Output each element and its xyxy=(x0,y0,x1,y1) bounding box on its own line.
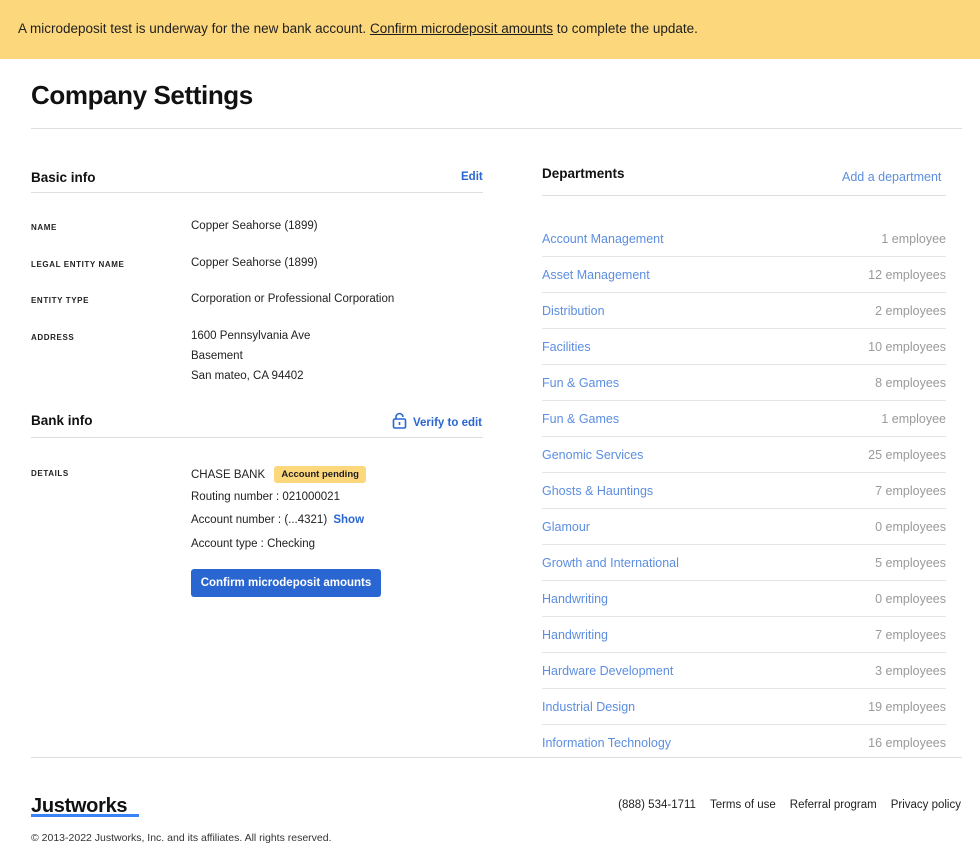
lock-icon xyxy=(392,412,407,434)
employee-count: 16 employees xyxy=(868,736,946,750)
bank-info-heading: Bank info xyxy=(31,413,93,428)
list-item: Ghosts & Hauntings 7 employees xyxy=(542,473,946,509)
employee-count: 8 employees xyxy=(875,375,946,390)
list-item: Account Management 1 employee xyxy=(542,221,946,257)
list-item: Glamour 0 employees xyxy=(542,509,946,545)
entity-type-label: ENTITY TYPE xyxy=(31,296,90,305)
list-item: Distribution 2 employees xyxy=(542,293,946,329)
departments-list: Account Management 1 employee Asset Manag… xyxy=(542,221,946,761)
footer-terms-link[interactable]: Terms of use xyxy=(710,799,776,811)
department-name[interactable]: Facilities xyxy=(542,340,591,354)
employee-count: 3 employees xyxy=(875,663,946,678)
footer-phone[interactable]: (888) 534-1711 xyxy=(618,799,696,811)
account-number: Account number : (...4321) xyxy=(191,514,328,526)
bank-name: CHASE BANK xyxy=(191,469,266,481)
employee-count: 7 employees xyxy=(875,627,946,642)
title-divider xyxy=(31,128,962,129)
list-item: Genomic Services 25 employees xyxy=(542,437,946,473)
banner-message: A microdeposit test is underway for the … xyxy=(18,21,698,36)
employee-count: 25 employees xyxy=(868,447,946,462)
department-name[interactable]: Asset Management xyxy=(542,268,650,282)
department-name[interactable]: Handwriting xyxy=(542,592,608,606)
address-label: ADDRESS xyxy=(31,333,75,342)
entity-type-value: Corporation or Professional Corporation xyxy=(191,293,395,305)
footer-links: (888) 534-1711 Terms of use Referral pro… xyxy=(618,799,961,811)
departments-heading: Departments xyxy=(542,166,625,181)
bank-info-divider xyxy=(31,437,483,438)
legal-entity-name-value: Copper Seahorse (1899) xyxy=(191,257,318,269)
banner-prefix: A microdeposit test is underway for the … xyxy=(18,21,367,36)
list-item: Growth and International 5 employees xyxy=(542,545,946,581)
basic-info-heading: Basic info xyxy=(31,170,96,185)
alert-banner: A microdeposit test is underway for the … xyxy=(0,0,980,59)
copyright-text: © 2013-2022 Justworks, Inc. and its affi… xyxy=(31,832,332,844)
list-item: Information Technology 16 employees xyxy=(542,725,946,761)
routing-number: Routing number : 021000021 xyxy=(191,491,340,503)
legal-entity-name-label: LEGAL ENTITY NAME xyxy=(31,260,125,269)
banner-suffix: to complete the update. xyxy=(556,21,698,36)
department-name[interactable]: Account Management xyxy=(542,232,664,246)
show-account-link[interactable]: Show xyxy=(333,514,364,526)
list-item: Hardware Development 3 employees xyxy=(542,653,946,689)
bank-name-row: CHASE BANK Account pending xyxy=(191,466,366,483)
departments-divider xyxy=(542,195,946,196)
address-line-1: 1600 Pennsylvania Ave xyxy=(191,330,311,342)
employee-count: 0 employees xyxy=(875,591,946,606)
verify-to-edit-link[interactable]: Verify to edit xyxy=(392,412,482,434)
list-item: Handwriting 0 employees xyxy=(542,581,946,617)
basic-info-divider xyxy=(31,192,483,193)
employee-count: 19 employees xyxy=(868,699,946,714)
basic-info-edit-link[interactable]: Edit xyxy=(461,171,483,183)
banner-confirm-link[interactable]: Confirm microdeposit amounts xyxy=(370,21,553,36)
logo-underline xyxy=(31,814,139,817)
list-item: Fun & Games 1 employee xyxy=(542,401,946,437)
list-item: Fun & Games 8 employees xyxy=(542,365,946,401)
department-name[interactable]: Hardware Development xyxy=(542,664,673,678)
page-title: Company Settings xyxy=(31,80,253,110)
footer-privacy-link[interactable]: Privacy policy xyxy=(891,799,961,811)
employee-count: 2 employees xyxy=(875,303,946,318)
footer-divider xyxy=(31,757,962,758)
department-name[interactable]: Genomic Services xyxy=(542,448,643,462)
department-name[interactable]: Growth and International xyxy=(542,556,679,570)
account-number-row: Account number : (...4321) Show xyxy=(191,514,364,526)
employee-count: 1 employee xyxy=(881,231,946,246)
verify-to-edit-label[interactable]: Verify to edit xyxy=(413,417,482,429)
name-label: NAME xyxy=(31,223,57,232)
department-name[interactable]: Ghosts & Hauntings xyxy=(542,484,653,498)
list-item: Facilities 10 employees xyxy=(542,329,946,365)
list-item: Industrial Design 19 employees xyxy=(542,689,946,725)
employee-count: 1 employee xyxy=(881,411,946,426)
department-name[interactable]: Fun & Games xyxy=(542,376,619,390)
details-label: DETAILS xyxy=(31,469,69,478)
employee-count: 12 employees xyxy=(868,267,946,282)
account-type: Account type : Checking xyxy=(191,538,316,550)
department-name[interactable]: Distribution xyxy=(542,304,605,318)
department-name[interactable]: Fun & Games xyxy=(542,412,619,426)
department-name[interactable]: Industrial Design xyxy=(542,700,635,714)
employee-count: 10 employees xyxy=(868,339,946,354)
department-name[interactable]: Glamour xyxy=(542,520,590,534)
department-name[interactable]: Information Technology xyxy=(542,736,671,750)
footer-referral-link[interactable]: Referral program xyxy=(790,799,877,811)
address-line-3: San mateo, CA 94402 xyxy=(191,370,304,382)
confirm-microdeposit-button[interactable]: Confirm microdeposit amounts xyxy=(191,569,381,597)
employee-count: 0 employees xyxy=(875,519,946,534)
department-name[interactable]: Handwriting xyxy=(542,628,608,642)
list-item: Handwriting 7 employees xyxy=(542,617,946,653)
add-department-link[interactable]: Add a department xyxy=(842,170,941,184)
account-pending-badge: Account pending xyxy=(274,466,366,483)
list-item: Asset Management 12 employees xyxy=(542,257,946,293)
employee-count: 5 employees xyxy=(875,555,946,570)
employee-count: 7 employees xyxy=(875,483,946,498)
name-value: Copper Seahorse (1899) xyxy=(191,220,318,232)
address-line-2: Basement xyxy=(191,350,243,362)
